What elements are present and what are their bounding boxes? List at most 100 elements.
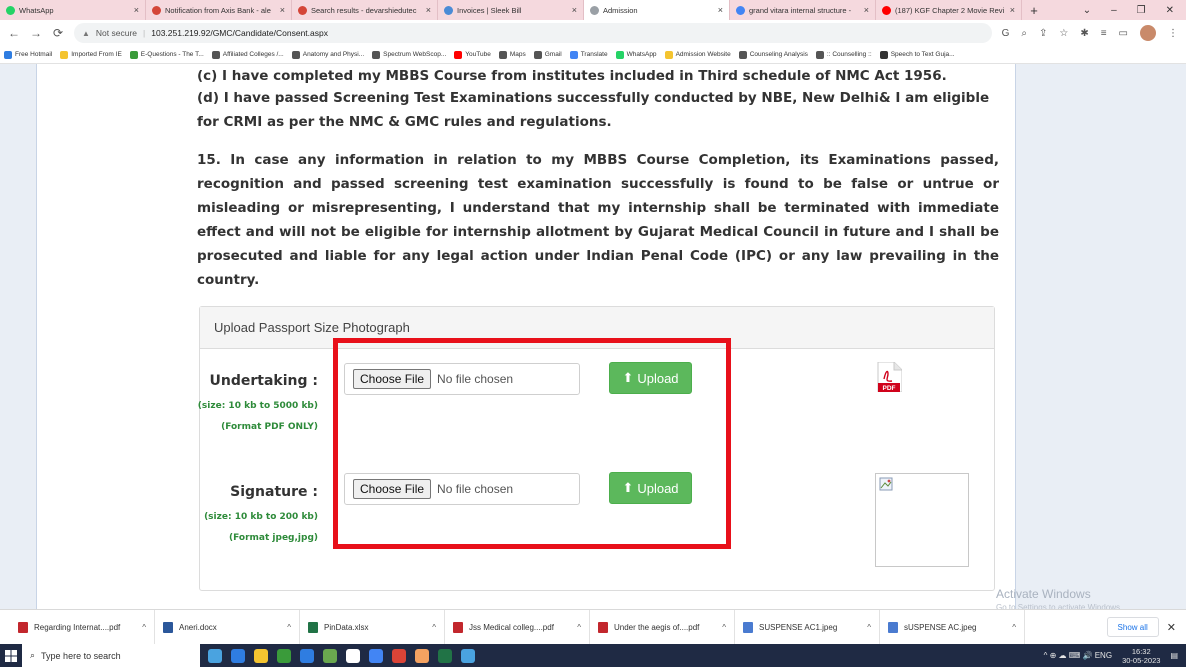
notifications-icon[interactable]: ▤ bbox=[1170, 651, 1178, 660]
reading-list-icon[interactable]: ≡ bbox=[1101, 28, 1107, 39]
browser-tab[interactable]: (187) KGF Chapter 2 Movie Revi × bbox=[876, 0, 1022, 20]
taskbar-app-icon[interactable] bbox=[415, 648, 429, 663]
taskbar-app-icon[interactable] bbox=[254, 648, 268, 663]
forward-arrow-icon[interactable]: → bbox=[30, 26, 42, 40]
start-button[interactable] bbox=[0, 644, 22, 667]
browser-tab[interactable]: Notification from Axis Bank - ale × bbox=[146, 0, 292, 20]
url-text[interactable]: 103.251.219.92/GMC/Candidate/Consent.asp… bbox=[151, 28, 328, 38]
download-options-chevron-icon[interactable]: ^ bbox=[1012, 623, 1016, 632]
taskbar-app-icon[interactable] bbox=[208, 648, 222, 663]
pdf-icon[interactable]: PDF bbox=[876, 362, 902, 392]
browser-tab[interactable]: grand vitara internal structure - × bbox=[730, 0, 876, 20]
download-options-chevron-icon[interactable]: ^ bbox=[722, 623, 726, 632]
file-type-icon bbox=[598, 621, 608, 633]
tab-favicon-icon bbox=[736, 5, 745, 15]
restore-button[interactable]: ❐ bbox=[1137, 5, 1146, 16]
file-type-icon bbox=[18, 621, 28, 633]
taskbar-app-icon[interactable] bbox=[438, 648, 452, 663]
tray-icons[interactable]: ^ ⊕ ☁ ⌨ 🔊 ENG bbox=[1044, 651, 1112, 660]
window-controls: ⌄ – ❐ ✕ bbox=[1083, 0, 1186, 20]
browser-tab[interactable]: Invoices | Sleek Bill × bbox=[438, 0, 584, 20]
show-all-button[interactable]: Show all bbox=[1106, 617, 1159, 637]
tab-close-icon[interactable]: × bbox=[280, 5, 285, 15]
bookmark-item[interactable]: Free Hotmail bbox=[4, 50, 52, 59]
clock[interactable]: 16:32 30-05-2023 bbox=[1122, 647, 1160, 665]
download-item[interactable]: Aneri.docx ^ bbox=[155, 609, 300, 645]
download-item[interactable]: PinData.xlsx ^ bbox=[300, 609, 445, 645]
omnibox[interactable]: ▲ Not secure | 103.251.219.92/GMC/Candid… bbox=[74, 23, 992, 43]
bookmark-item[interactable]: :: Counselling :: bbox=[815, 50, 872, 59]
bookmark-item[interactable]: Anatomy and Physi... bbox=[291, 50, 364, 59]
minimize-button[interactable]: – bbox=[1111, 5, 1117, 16]
google-icon[interactable]: G bbox=[1002, 28, 1010, 39]
bookmark-label: Speech to Text Guja... bbox=[890, 51, 955, 58]
tab-title: (187) KGF Chapter 2 Movie Revi bbox=[895, 5, 1005, 15]
bookmark-item[interactable]: YouTube bbox=[454, 50, 491, 59]
profile-avatar[interactable] bbox=[1140, 25, 1156, 41]
taskbar-app-icon[interactable] bbox=[277, 648, 291, 663]
bookmark-item[interactable]: Translate bbox=[569, 50, 608, 59]
tab-close-icon[interactable]: × bbox=[134, 5, 139, 15]
extensions-icon[interactable]: ✱ bbox=[1080, 28, 1088, 39]
bookmark-item[interactable]: Maps bbox=[498, 50, 526, 59]
reload-icon[interactable]: ⟳ bbox=[52, 26, 64, 40]
download-item[interactable]: sUSPENSE AC.jpeg ^ bbox=[880, 609, 1025, 645]
close-downloads-icon[interactable]: ✕ bbox=[1167, 621, 1176, 634]
download-item[interactable]: SUSPENSE AC1.jpeg ^ bbox=[735, 609, 880, 645]
download-filename: Regarding Internat....pdf bbox=[34, 622, 121, 632]
back-arrow-icon[interactable]: ← bbox=[8, 26, 20, 40]
browser-tab[interactable]: Admission × bbox=[584, 0, 730, 20]
bookmark-favicon-icon bbox=[372, 50, 381, 59]
download-item[interactable]: Under the aegis of....pdf ^ bbox=[590, 609, 735, 645]
taskbar-app-icon[interactable] bbox=[369, 648, 383, 663]
taskbar-search-box[interactable]: ⌕ Type here to search bbox=[22, 644, 200, 667]
bookmark-item[interactable]: Imported From IE bbox=[60, 50, 122, 59]
menu-icon[interactable]: ⋮ bbox=[1168, 28, 1178, 39]
bookmark-item[interactable]: Spectrum WebScop... bbox=[372, 50, 446, 59]
new-tab-button[interactable]: + bbox=[1022, 0, 1046, 20]
tab-close-icon[interactable]: × bbox=[1010, 5, 1015, 15]
bookmark-item[interactable]: WhatsApp bbox=[615, 50, 657, 59]
bookmark-favicon-icon bbox=[738, 50, 747, 59]
zoom-icon[interactable]: ⌕ bbox=[1021, 28, 1027, 39]
browser-tab[interactable]: WhatsApp × bbox=[0, 0, 146, 20]
file-type-icon bbox=[743, 621, 753, 633]
taskbar-app-icon[interactable] bbox=[461, 648, 475, 663]
taskbar-app-icon[interactable] bbox=[323, 648, 337, 663]
bookmark-item[interactable]: Speech to Text Guja... bbox=[879, 50, 955, 59]
download-item[interactable]: Jss Medical colleg....pdf ^ bbox=[445, 609, 590, 645]
download-options-chevron-icon[interactable]: ^ bbox=[432, 623, 436, 632]
download-options-chevron-icon[interactable]: ^ bbox=[142, 623, 146, 632]
download-options-chevron-icon[interactable]: ^ bbox=[867, 623, 871, 632]
bookmark-label: Maps bbox=[509, 51, 526, 58]
bookmark-star-icon[interactable]: ☆ bbox=[1059, 28, 1068, 39]
download-filename: Under the aegis of....pdf bbox=[614, 622, 700, 632]
taskbar-app-icon[interactable] bbox=[392, 648, 406, 663]
side-panel-icon[interactable]: ▭ bbox=[1119, 28, 1128, 39]
tab-close-icon[interactable]: × bbox=[572, 5, 577, 15]
download-options-chevron-icon[interactable]: ^ bbox=[287, 623, 291, 632]
share-icon[interactable]: ⇪ bbox=[1039, 28, 1047, 39]
browser-tab[interactable]: Search results - devarshiedutec × bbox=[292, 0, 438, 20]
tab-close-icon[interactable]: × bbox=[426, 5, 431, 15]
bookmark-item[interactable]: Counseling Analysis bbox=[738, 50, 808, 59]
bookmark-favicon-icon bbox=[211, 50, 220, 59]
close-window-button[interactable]: ✕ bbox=[1166, 5, 1174, 16]
bookmark-label: YouTube bbox=[465, 51, 491, 58]
bookmark-item[interactable]: Affiliated Colleges /... bbox=[211, 50, 284, 59]
download-item[interactable]: Regarding Internat....pdf ^ bbox=[10, 609, 155, 645]
windows-logo-icon bbox=[5, 649, 17, 662]
bookmark-item[interactable]: E-Questions - The T... bbox=[129, 50, 204, 59]
file-type-icon bbox=[163, 621, 173, 633]
download-options-chevron-icon[interactable]: ^ bbox=[577, 623, 581, 632]
bookmark-favicon-icon bbox=[615, 50, 624, 59]
taskbar-app-icon[interactable] bbox=[300, 648, 314, 663]
bookmark-item[interactable]: Admission Website bbox=[664, 50, 731, 59]
tab-title: grand vitara internal structure - bbox=[749, 5, 852, 15]
taskbar-app-icon[interactable] bbox=[346, 648, 360, 663]
bookmark-item[interactable]: Gmail bbox=[533, 50, 562, 59]
tab-search-chevron-icon[interactable]: ⌄ bbox=[1083, 5, 1091, 16]
taskbar-app-icon[interactable] bbox=[231, 648, 245, 663]
tab-close-icon[interactable]: × bbox=[718, 5, 723, 15]
tab-close-icon[interactable]: × bbox=[864, 5, 869, 15]
